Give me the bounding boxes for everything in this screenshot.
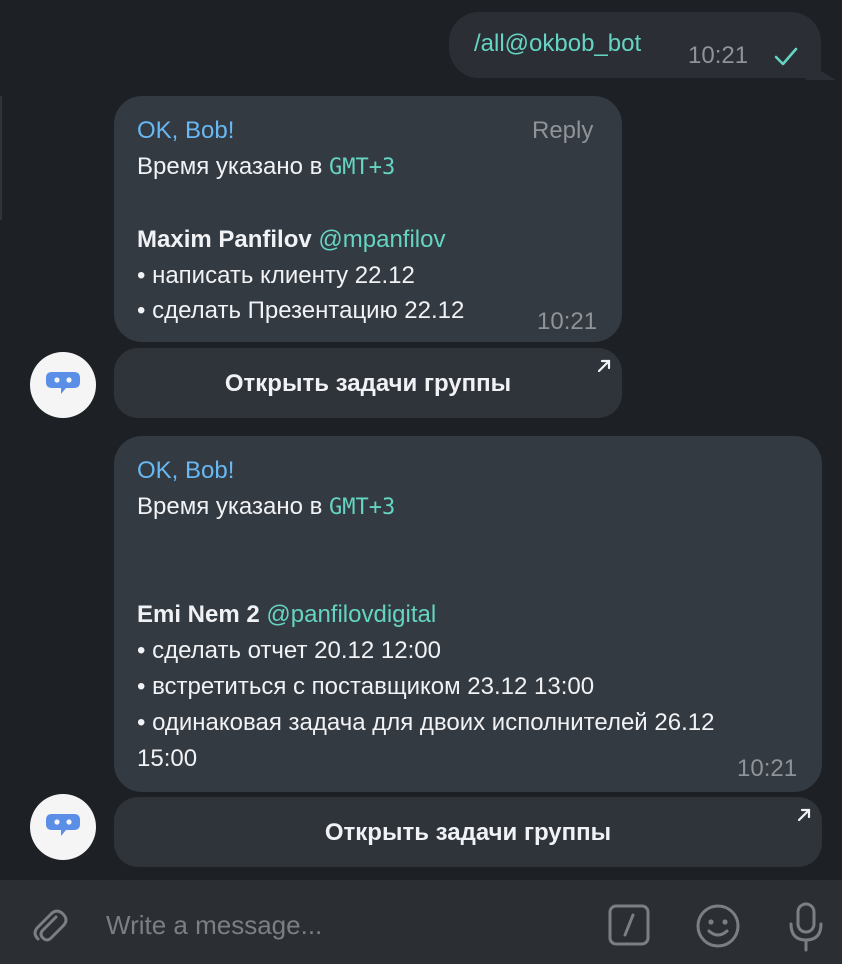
message-sender-name[interactable]: OK, Bob! [137, 117, 234, 145]
assignee-line: Maxim Panfilov @mpanfilov [137, 226, 445, 254]
assignee-line: Emi Nem 2 @panfilovdigital [137, 601, 436, 629]
external-link-arrow-icon [797, 808, 811, 822]
microphone-icon[interactable] [786, 900, 826, 954]
timezone-line: Время указано в GMT+3 [137, 493, 395, 521]
timezone-prefix: Время указано в [137, 153, 330, 180]
message-time: 10:21 [737, 755, 798, 782]
timezone-value: GMT+3 [329, 155, 396, 180]
message-input[interactable] [106, 903, 576, 947]
bot-icon [46, 814, 80, 836]
external-link-arrow-icon [597, 359, 611, 373]
open-group-tasks-button[interactable]: Открыть задачи группы [114, 797, 822, 867]
outgoing-command-text[interactable]: /all@okbob_bot [474, 30, 641, 58]
task-item: • сделать отчет 20.12 12:00 [137, 637, 441, 664]
timezone-value: GMT+3 [329, 495, 396, 520]
check-icon [774, 47, 798, 66]
bot-icon [46, 372, 80, 394]
paperclip-icon[interactable] [30, 906, 72, 948]
assignee-name: Emi Nem 2 [137, 601, 260, 628]
bot-commands-icon[interactable] [608, 904, 650, 946]
bot-avatar[interactable] [30, 352, 96, 418]
task-item-continuation: 15:00 [137, 745, 198, 772]
message-sender-name[interactable]: OK, Bob! [137, 457, 234, 485]
open-group-tasks-label: Открыть задачи группы [324, 819, 612, 846]
assignee-handle[interactable]: @mpanfilov [318, 226, 445, 253]
outgoing-message-time: 10:21 [688, 42, 749, 69]
task-item: • написать клиенту 22.12 [137, 262, 415, 289]
message-time: 10:21 [537, 308, 598, 335]
timezone-prefix: Время указано в [137, 493, 330, 520]
assignee-name: Maxim Panfilov [137, 226, 312, 253]
chat-scroll-edge [0, 96, 2, 220]
open-group-tasks-button[interactable]: Открыть задачи группы [114, 348, 622, 418]
reply-button[interactable]: Reply [532, 117, 593, 145]
task-item: • одинаковая задача для двоих исполнител… [137, 709, 715, 736]
bot-avatar[interactable] [30, 794, 96, 860]
assignee-handle[interactable]: @panfilovdigital [266, 601, 436, 628]
timezone-line: Время указано в GMT+3 [137, 153, 395, 181]
task-item: • встретиться с поставщиком 23.12 13:00 [137, 673, 595, 700]
emoji-icon[interactable] [694, 902, 742, 950]
open-group-tasks-label: Открыть задачи группы [224, 370, 512, 397]
task-item: • сделать Презентацию 22.12 [137, 297, 465, 324]
